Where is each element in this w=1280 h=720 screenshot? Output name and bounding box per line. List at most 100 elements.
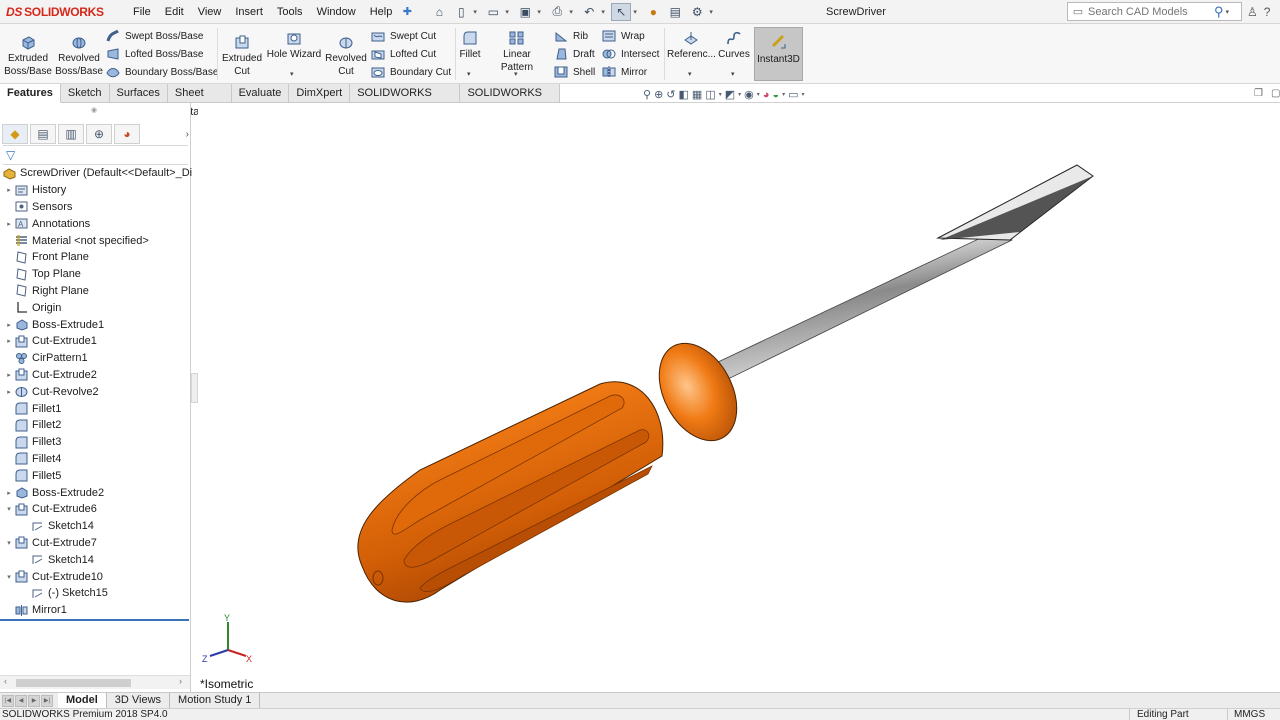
rib-button[interactable]: Rib xyxy=(554,27,588,45)
tree-node[interactable]: ▸ A Annotations xyxy=(0,215,190,232)
tree-node[interactable]: Origin xyxy=(0,299,190,316)
configuration-manager-tab-icon[interactable]: ▥ xyxy=(58,124,84,144)
tree-node[interactable]: ▾ Cut-Extrude10 xyxy=(0,568,190,585)
view-settings-dropdown-icon[interactable]: ▾ xyxy=(802,91,805,98)
hole-wizard-dropdown-icon[interactable]: ▾ xyxy=(290,70,294,78)
tree-node[interactable]: ▸ Cut-Extrude1 xyxy=(0,333,190,350)
menu-insert[interactable]: Insert xyxy=(228,0,270,24)
tree-node[interactable]: ▾ Cut-Extrude6 xyxy=(0,501,190,518)
select-dropdown-icon[interactable]: ▾ xyxy=(633,8,641,16)
mirror-button[interactable]: Mirror xyxy=(602,63,647,81)
linear-pattern-button[interactable]: Linear Pattern xyxy=(486,30,548,74)
tab-features[interactable]: Features xyxy=(0,84,61,103)
intersect-button[interactable]: Intersect xyxy=(602,45,659,63)
tree-node[interactable]: Sketch14 xyxy=(0,518,190,535)
tree-node[interactable]: Front Plane xyxy=(0,249,190,266)
tree-node[interactable]: Fillet3 xyxy=(0,434,190,451)
tab-model[interactable]: Model xyxy=(58,693,107,708)
lofted-cut-button[interactable]: Lofted Cut xyxy=(371,45,436,63)
fillet-dropdown-icon[interactable]: ▾ xyxy=(467,70,471,78)
expand-arrow-icon[interactable]: ▸ xyxy=(3,489,15,497)
instant3d-toggle[interactable]: Instant3D xyxy=(754,27,803,81)
expand-arrow-icon[interactable]: ▸ xyxy=(3,337,15,345)
tab-addins[interactable]: SOLIDWORKS Add-Ins xyxy=(350,84,461,118)
next-tab-icon[interactable]: ▶ xyxy=(28,694,40,707)
curves-button[interactable]: Curves xyxy=(716,30,752,61)
edit-appearance-icon[interactable]: ◕ xyxy=(763,89,770,101)
dimxpert-manager-tab-icon[interactable]: ⊕ xyxy=(86,124,112,144)
view-orientation-icon[interactable]: ◫ xyxy=(705,88,715,101)
tree-node[interactable]: Fillet2 xyxy=(0,417,190,434)
tree-node[interactable]: Material <not specified> xyxy=(0,232,190,249)
display-style-dropdown-icon[interactable]: ▾ xyxy=(738,91,741,98)
tree-node[interactable]: Right Plane xyxy=(0,283,190,300)
tree-node[interactable]: Fillet1 xyxy=(0,400,190,417)
fillet-button[interactable]: Fillet xyxy=(458,30,482,61)
feature-tree-tab-icon[interactable]: ◆ xyxy=(2,124,28,144)
user-account-icon[interactable]: ♙ xyxy=(1247,5,1258,19)
print-dropdown-icon[interactable]: ▾ xyxy=(569,8,577,16)
menu-view[interactable]: View xyxy=(191,0,229,24)
save-dropdown-icon[interactable]: ▾ xyxy=(537,8,545,16)
open-folder-icon[interactable]: ▭ xyxy=(483,3,503,21)
linear-pattern-dropdown-icon[interactable]: ▾ xyxy=(514,70,518,78)
tree-node[interactable]: Top Plane xyxy=(0,266,190,283)
expand-arrow-icon[interactable]: ▸ xyxy=(3,388,15,396)
solidworks-logo[interactable]: DS SOLIDWORKS xyxy=(0,0,118,24)
menu-tools[interactable]: Tools xyxy=(270,0,310,24)
new-document-icon[interactable]: ▯ xyxy=(451,3,471,21)
screwdriver-handle[interactable] xyxy=(357,381,664,603)
extruded-boss-button[interactable]: Extruded Boss/Base xyxy=(4,34,52,78)
tab-evaluate[interactable]: Evaluate xyxy=(231,84,290,103)
tree-node[interactable]: Mirror1 xyxy=(0,602,190,619)
unit-system-label[interactable]: MMGS xyxy=(1227,709,1265,720)
curves-dropdown-icon[interactable]: ▾ xyxy=(731,70,735,78)
revolved-boss-button[interactable]: Revolved Boss/Base xyxy=(54,34,104,78)
tab-surfaces[interactable]: Surfaces xyxy=(109,84,168,103)
hole-wizard-button[interactable]: Hole Wizard xyxy=(266,30,322,61)
tree-root-part[interactable]: ScrewDriver (Default<<Default>_Di xyxy=(0,165,192,182)
undo-dropdown-icon[interactable]: ▾ xyxy=(601,8,609,16)
hide-show-items-icon[interactable]: ◉ xyxy=(744,88,754,101)
tree-node[interactable]: Sketch14 xyxy=(0,551,190,568)
previous-view-icon[interactable]: ↺ xyxy=(666,88,675,101)
select-cursor-icon[interactable]: ↖ xyxy=(611,2,632,21)
expand-arrow-icon[interactable]: ▸ xyxy=(3,186,15,194)
tree-node[interactable]: Fillet5 xyxy=(0,467,190,484)
search-scope-icon[interactable]: ▭ xyxy=(1068,5,1088,18)
collapse-arrow-icon[interactable]: ▾ xyxy=(3,505,15,513)
collapse-arrow-icon[interactable]: ▾ xyxy=(3,573,15,581)
search-box[interactable]: ▭ ⚲ ▾ xyxy=(1067,2,1242,21)
panel-grip-icon[interactable]: ◉ xyxy=(91,106,97,114)
file-properties-icon[interactable]: ▤ xyxy=(665,3,685,21)
maximize-window-icon[interactable]: ▢ xyxy=(1271,88,1280,99)
open-dropdown-icon[interactable]: ▾ xyxy=(505,8,513,16)
menu-edit[interactable]: Edit xyxy=(158,0,191,24)
search-dropdown-icon[interactable]: ▾ xyxy=(1226,8,1230,16)
last-tab-icon[interactable]: ▶| xyxy=(41,694,53,707)
panel-splitter[interactable] xyxy=(191,373,198,403)
property-manager-tab-icon[interactable]: ▤ xyxy=(30,124,56,144)
display-manager-tab-icon[interactable]: ◕ xyxy=(114,124,140,144)
expand-tabs-icon[interactable]: › xyxy=(186,129,189,140)
expand-arrow-icon[interactable]: ▸ xyxy=(3,220,15,228)
section-view-icon[interactable]: ◧ xyxy=(679,88,689,101)
prev-tab-icon[interactable]: ◀ xyxy=(15,694,27,707)
home-icon[interactable]: ⌂ xyxy=(429,3,449,21)
screwdriver-model[interactable] xyxy=(198,103,1280,692)
menu-file[interactable]: File xyxy=(126,0,158,24)
first-tab-icon[interactable]: |◀ xyxy=(2,694,14,707)
tree-node[interactable]: ▸ History xyxy=(0,182,190,199)
display-style-icon[interactable]: ◩ xyxy=(725,88,735,101)
tree-node[interactable]: Fillet4 xyxy=(0,451,190,468)
expand-arrow-icon[interactable]: ▸ xyxy=(3,321,15,329)
reference-dropdown-icon[interactable]: ▾ xyxy=(688,70,692,78)
feature-filter[interactable]: ▽ xyxy=(3,145,188,165)
rollback-bar[interactable] xyxy=(0,619,189,621)
view-settings-icon[interactable]: ▭ xyxy=(788,88,798,101)
pin-menu-icon[interactable]: ✚ xyxy=(399,5,415,18)
scrollbar-thumb[interactable] xyxy=(16,679,131,687)
view-orientation-dropdown-icon[interactable]: ▾ xyxy=(719,91,722,98)
tab-sketch[interactable]: Sketch xyxy=(60,84,110,103)
menu-window[interactable]: Window xyxy=(310,0,363,24)
